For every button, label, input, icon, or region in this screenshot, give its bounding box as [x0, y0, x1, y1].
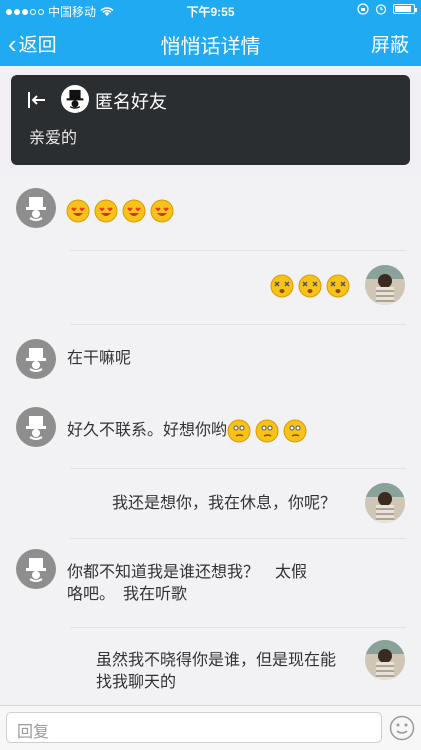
gentleman-icon	[26, 348, 46, 372]
divider	[70, 538, 406, 539]
anonymous-avatar	[61, 85, 89, 113]
gentleman-icon	[26, 558, 46, 582]
alarm-icon	[375, 4, 387, 15]
list-item	[0, 185, 421, 245]
message-text: 虽然我不晓得你是谁，但是现在能 找我聊天的	[96, 650, 336, 694]
message-line: 你都不知道我是谁还想我？ 太假	[67, 564, 308, 581]
status-icons	[357, 3, 417, 15]
exit-icon[interactable]	[25, 89, 47, 111]
avatar	[16, 188, 56, 228]
message-line: 咯吧。 我在听歌	[67, 586, 188, 603]
emoji-row	[270, 274, 354, 298]
user-photo-icon	[365, 640, 405, 680]
nav-bar: ‹ 返回 悄悄话详情 屏蔽	[0, 20, 421, 66]
list-item: 虽然我不晓得你是谁，但是现在能 找我聊天的	[0, 635, 421, 705]
list-item	[0, 260, 421, 320]
original-message-text: 亲爱的	[29, 130, 78, 147]
block-button[interactable]: 屏蔽	[371, 30, 409, 57]
divider	[70, 627, 406, 628]
dizzy-emoji-icon	[298, 274, 322, 298]
divider	[70, 250, 406, 251]
thinking-emoji-icon	[227, 419, 251, 443]
list-item: 好久不联系。好想你哟	[0, 403, 421, 463]
emoji-row	[66, 199, 178, 223]
message-text: 我还是想你，我在休息，你呢？	[112, 495, 337, 512]
message-line: 找我聊天的	[96, 674, 177, 691]
message-text: 你都不知道我是谁还想我？ 太假 咯吧。 我在听歌	[67, 562, 307, 606]
page-title: 悄悄话详情	[160, 36, 261, 58]
reply-bar: 回复	[0, 705, 421, 750]
message-line: 虽然我不晓得你是谁，但是现在能	[96, 652, 337, 669]
thinking-emoji-icon	[283, 419, 307, 443]
thinking-emoji-icon	[255, 419, 279, 443]
sender-name: 匿名好友	[95, 92, 167, 112]
user-photo-icon	[365, 483, 405, 523]
smile-heart-emoji-icon	[66, 199, 90, 223]
original-message-card: 匿名好友 亲爱的	[11, 75, 410, 165]
gentleman-icon	[66, 89, 84, 109]
avatar	[16, 549, 56, 589]
status-bar: 中国移动 下午9:55	[0, 0, 421, 20]
avatar	[365, 265, 405, 305]
battery-icon	[393, 4, 417, 14]
list-item: 在干嘛呢	[0, 335, 421, 385]
smile-heart-emoji-icon	[150, 199, 174, 223]
user-photo-icon	[365, 265, 405, 305]
avatar	[16, 339, 56, 379]
avatar	[16, 407, 56, 447]
message-text: 好久不联系。好想你哟	[67, 422, 228, 440]
dizzy-emoji-icon	[270, 274, 294, 298]
dizzy-emoji-icon	[326, 274, 350, 298]
list-item: 我还是想你，我在休息，你呢？	[0, 477, 421, 532]
gentleman-icon	[26, 416, 46, 440]
chat-list[interactable]: 在干嘛呢 好久不联系。好想你哟 我还是想你，我在休息，你呢？ 你都不知道我是谁还…	[0, 175, 421, 705]
gentleman-icon	[26, 197, 46, 221]
message-text: 在干嘛呢	[67, 350, 132, 367]
message-content: 好久不联系。好想你哟	[67, 419, 311, 443]
divider	[70, 324, 406, 325]
emoji-button-icon[interactable]	[389, 715, 415, 741]
reply-input[interactable]: 回复	[6, 712, 382, 743]
list-item: 你都不知道我是谁还想我？ 太假 咯吧。 我在听歌	[0, 545, 421, 620]
avatar	[365, 483, 405, 523]
avatar	[365, 640, 405, 680]
smile-heart-emoji-icon	[122, 199, 146, 223]
smile-heart-emoji-icon	[94, 199, 118, 223]
rotation-lock-icon	[357, 3, 369, 15]
divider	[70, 468, 406, 469]
